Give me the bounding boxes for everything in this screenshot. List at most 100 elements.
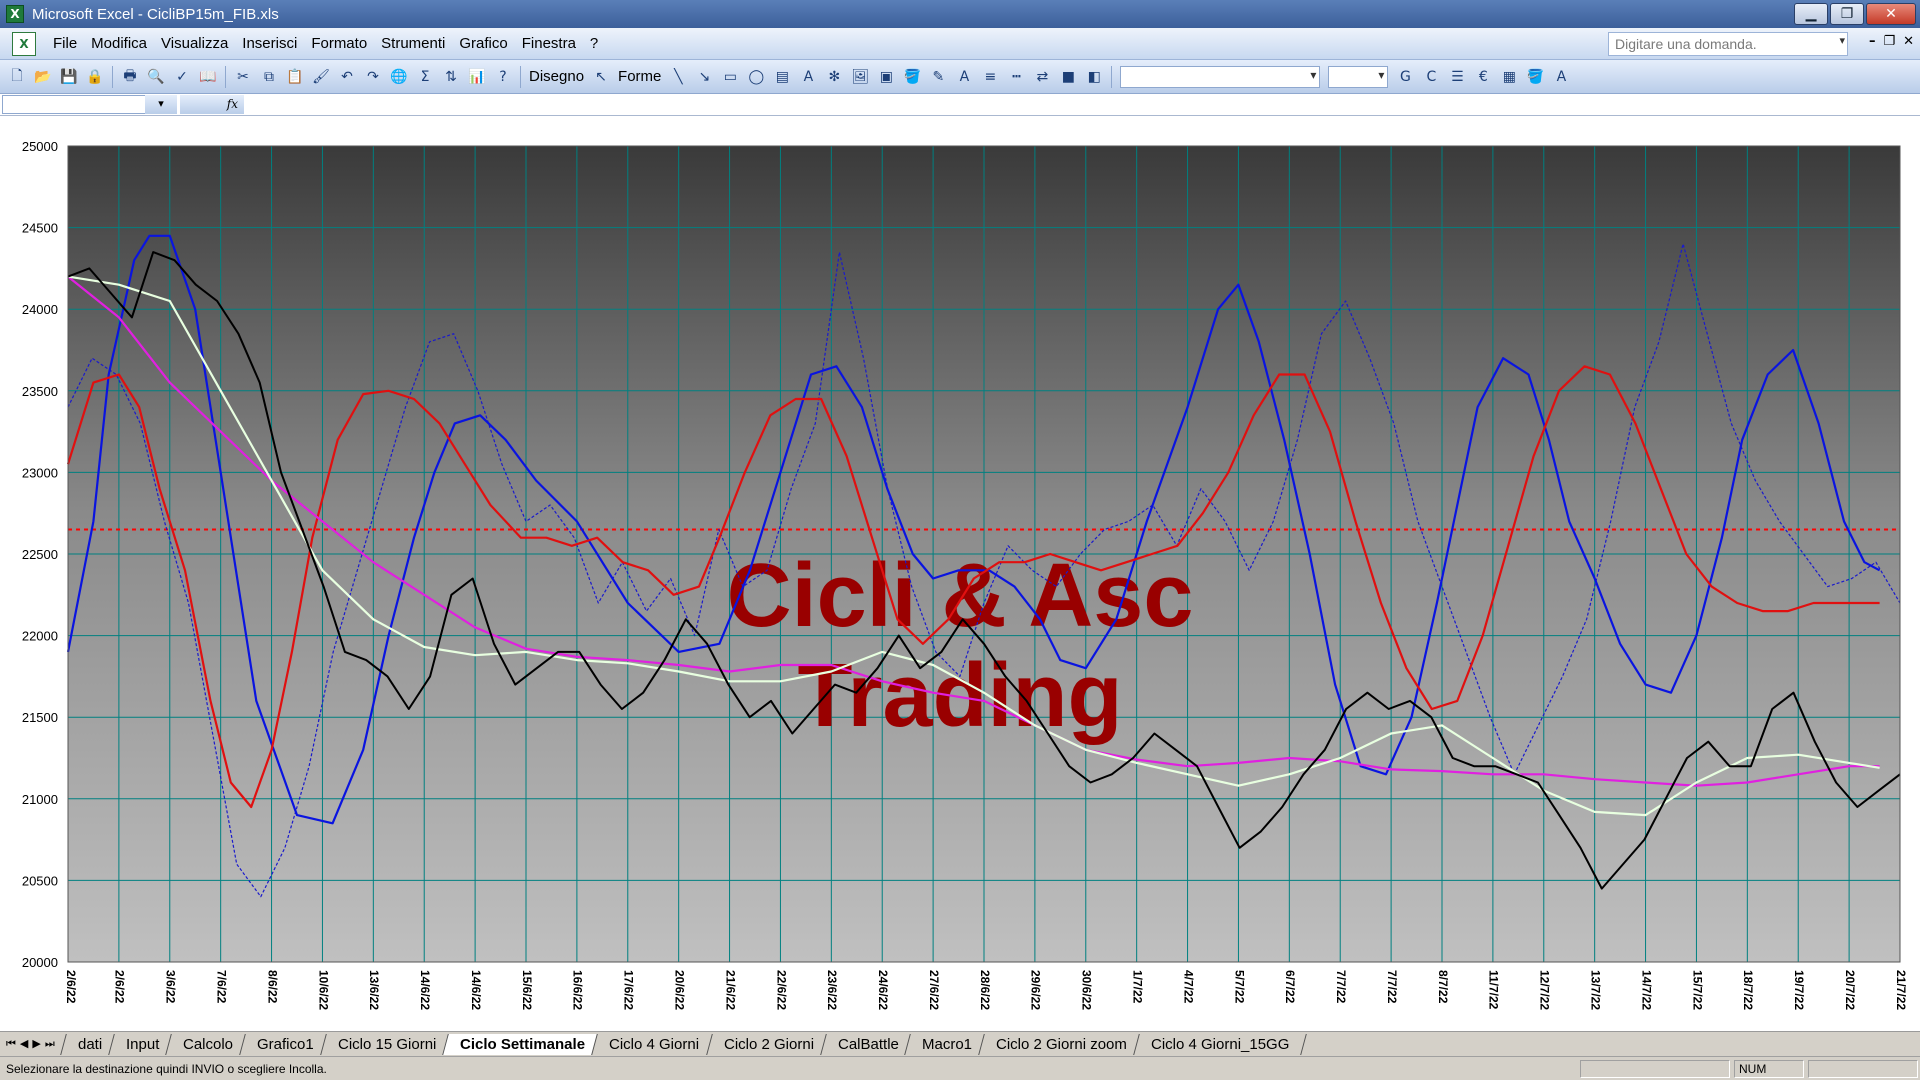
print-preview-icon[interactable]: 🔍 bbox=[145, 66, 167, 88]
permission-icon[interactable]: 🔒 bbox=[84, 66, 106, 88]
first-sheet-icon[interactable]: ⏮ bbox=[6, 1037, 16, 1051]
x-tick-label: 14/6/22 bbox=[469, 970, 483, 1010]
save-icon[interactable]: 💾 bbox=[58, 66, 80, 88]
font-color-icon-2[interactable]: A bbox=[1550, 66, 1572, 88]
menu-strumenti[interactable]: Strumenti bbox=[374, 35, 452, 52]
font-name-select[interactable] bbox=[1120, 65, 1321, 88]
menu-finestra[interactable]: Finestra bbox=[515, 35, 583, 52]
3d-icon[interactable]: ◧ bbox=[1083, 66, 1105, 88]
doc-restore-icon[interactable]: ❐ bbox=[1883, 34, 1895, 49]
minimize-button[interactable]: ▁ bbox=[1794, 3, 1828, 25]
cut-icon[interactable]: ✂ bbox=[232, 66, 254, 88]
arrow-icon[interactable]: ↘ bbox=[693, 66, 715, 88]
sheet-tab[interactable]: Ciclo 4 Giorni bbox=[591, 1033, 718, 1055]
textbox-icon[interactable]: ▤ bbox=[771, 66, 793, 88]
sheet-tab[interactable]: Ciclo 2 Giorni bbox=[705, 1033, 832, 1055]
ask-question-placeholder: Digitare una domanda. bbox=[1615, 36, 1757, 52]
close-button[interactable]: ✕ bbox=[1866, 3, 1916, 25]
font-color-icon[interactable]: A bbox=[953, 66, 975, 88]
forme-menu[interactable]: Forme bbox=[618, 68, 661, 85]
next-sheet-icon[interactable]: ▶ bbox=[32, 1037, 40, 1051]
dash-style-icon[interactable]: ┅ bbox=[1005, 66, 1027, 88]
sheet-tab[interactable]: Calcolo bbox=[165, 1033, 252, 1055]
hyperlink-icon[interactable]: 🌐 bbox=[388, 66, 410, 88]
num-lock-indicator: NUM bbox=[1734, 1060, 1804, 1078]
line-icon[interactable]: ╲ bbox=[667, 66, 689, 88]
y-tick-label: 21000 bbox=[22, 792, 58, 807]
font-size-select[interactable] bbox=[1328, 65, 1389, 88]
sheet-tab[interactable]: Grafico1 bbox=[239, 1033, 332, 1055]
rectangle-icon[interactable]: ▭ bbox=[719, 66, 741, 88]
chart-area[interactable]: 25000 24500 24000 23500 23000 22500 22000 21500… bbox=[0, 116, 1920, 1031]
sheet-tab-label: Ciclo Settimanale bbox=[460, 1035, 586, 1053]
chevron-down-icon[interactable]: ▾ bbox=[145, 95, 177, 114]
new-icon[interactable]: 🗋 bbox=[6, 66, 28, 88]
menu-file[interactable]: File bbox=[46, 35, 84, 52]
autosum-icon[interactable]: Σ bbox=[414, 66, 436, 88]
workbook-icon[interactable]: X bbox=[12, 31, 36, 56]
format-painter-icon[interactable]: 🖌 bbox=[310, 66, 332, 88]
bold-button[interactable]: G bbox=[1394, 66, 1416, 88]
sheet-tab[interactable]: CalBattle bbox=[819, 1033, 917, 1055]
sheet-tab[interactable]: Ciclo 15 Giorni bbox=[320, 1033, 455, 1055]
spelling-icon[interactable]: ✓ bbox=[171, 66, 193, 88]
last-sheet-icon[interactable]: ⏭ bbox=[45, 1037, 55, 1051]
oval-icon[interactable]: ◯ bbox=[745, 66, 767, 88]
fx-icon[interactable]: fx bbox=[180, 95, 244, 114]
toolbar-divider bbox=[520, 65, 521, 88]
menu-visualizza[interactable]: Visualizza bbox=[154, 35, 235, 52]
copy-icon[interactable]: ⧉ bbox=[258, 66, 280, 88]
fill-color-icon-2[interactable]: 🪣 bbox=[1524, 66, 1546, 88]
select-objects-icon[interactable]: ↖ bbox=[590, 66, 612, 88]
italic-button[interactable]: C bbox=[1420, 66, 1442, 88]
help-icon[interactable]: ? bbox=[492, 66, 514, 88]
x-tick-label: 11/7/22 bbox=[1487, 970, 1501, 1010]
picture-icon[interactable]: ▣ bbox=[875, 66, 897, 88]
research-icon[interactable]: 📖 bbox=[197, 66, 219, 88]
line-style-icon[interactable]: ≡ bbox=[979, 66, 1001, 88]
maximize-button[interactable]: ❐ bbox=[1830, 3, 1864, 25]
wordart-icon[interactable]: A bbox=[797, 66, 819, 88]
status-panel bbox=[1580, 1060, 1730, 1078]
y-tick-label: 23000 bbox=[22, 465, 58, 480]
sheet-tab-label: Macro1 bbox=[922, 1035, 973, 1053]
line-color-icon[interactable]: ✎ bbox=[927, 66, 949, 88]
sheet-tab-label: Ciclo 4 Giorni_15GG bbox=[1151, 1035, 1290, 1053]
sheet-tab[interactable]: Ciclo Settimanale bbox=[442, 1033, 604, 1055]
menu-modifica[interactable]: Modifica bbox=[84, 35, 154, 52]
sheet-tab[interactable]: Ciclo 2 Giorni zoom bbox=[978, 1033, 1146, 1055]
sheet-tab-label: Ciclo 2 Giorni bbox=[723, 1035, 814, 1053]
sheet-tab[interactable]: Ciclo 4 Giorni_15GG bbox=[1133, 1033, 1308, 1055]
diagram-icon[interactable]: ✻ bbox=[823, 66, 845, 88]
paste-icon[interactable]: 📋 bbox=[284, 66, 306, 88]
sort-icon[interactable]: ⇅ bbox=[440, 66, 462, 88]
menu-help[interactable]: ? bbox=[583, 35, 605, 52]
redo-icon[interactable]: ↷ bbox=[362, 66, 384, 88]
print-icon[interactable]: 🖶 bbox=[119, 66, 141, 88]
arrow-style-icon[interactable]: ⇄ bbox=[1031, 66, 1053, 88]
shadow-icon[interactable]: ■ bbox=[1057, 66, 1079, 88]
fill-color-icon[interactable]: 🪣 bbox=[901, 66, 923, 88]
y-tick-label: 24000 bbox=[22, 302, 58, 317]
menu-formato[interactable]: Formato bbox=[304, 35, 374, 52]
menu-inserisci[interactable]: Inserisci bbox=[235, 35, 304, 52]
disegno-menu[interactable]: Disegno bbox=[529, 68, 584, 85]
prev-sheet-icon[interactable]: ◀ bbox=[20, 1037, 28, 1051]
doc-close-icon[interactable]: ✕ bbox=[1903, 34, 1914, 49]
excel-app-icon[interactable]: X bbox=[6, 5, 24, 23]
undo-icon[interactable]: ↶ bbox=[336, 66, 358, 88]
borders-icon[interactable]: ▦ bbox=[1498, 66, 1520, 88]
chevron-down-icon[interactable]: ▾ bbox=[1839, 34, 1845, 47]
chart-wizard-icon[interactable]: 📊 bbox=[466, 66, 488, 88]
chart[interactable]: 25000 24500 24000 23500 23000 22500 22000 21500… bbox=[0, 116, 1920, 1031]
x-tick-label: 28/6/22 bbox=[978, 970, 992, 1010]
doc-minimize-icon[interactable]: – bbox=[1869, 34, 1876, 49]
open-icon[interactable]: 📂 bbox=[32, 66, 54, 88]
clipart-icon[interactable]: 🖼 bbox=[849, 66, 871, 88]
ask-question-input[interactable]: Digitare una domanda. ▾ bbox=[1608, 32, 1848, 56]
menu-grafico[interactable]: Grafico bbox=[452, 35, 514, 52]
sheet-tab[interactable]: Macro1 bbox=[904, 1033, 991, 1055]
euro-icon[interactable]: € bbox=[1472, 66, 1494, 88]
menu-bar: X File Modifica Visualizza Inserisci For… bbox=[0, 28, 1920, 60]
align-icon[interactable]: ☰ bbox=[1446, 66, 1468, 88]
